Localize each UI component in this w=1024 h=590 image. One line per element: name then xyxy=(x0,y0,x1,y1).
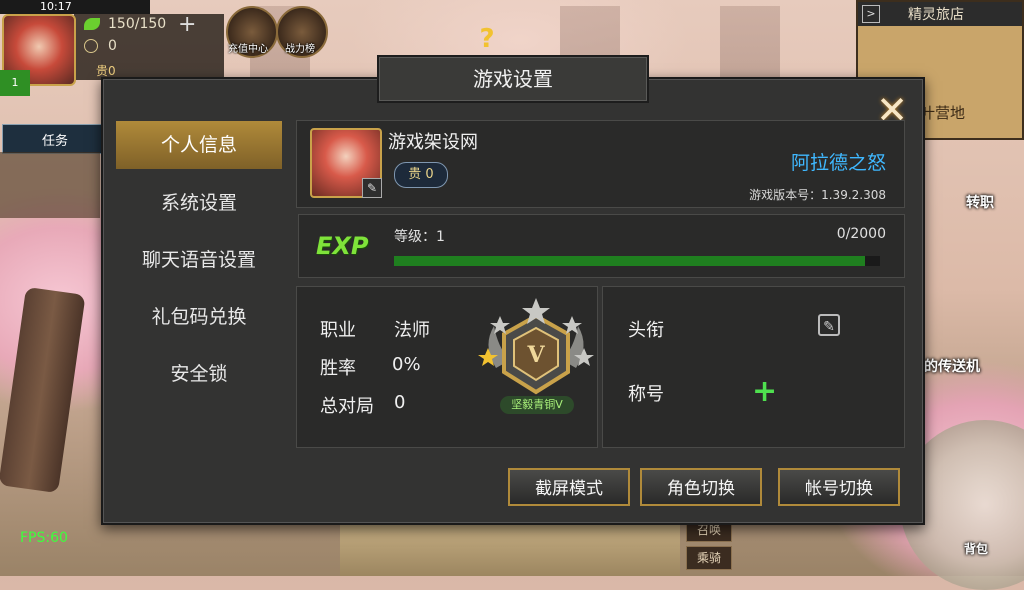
coin-display: 0 xyxy=(84,38,117,54)
titles-card xyxy=(602,286,905,448)
energy-value: 150/150 xyxy=(108,16,167,32)
exp-progress-fill xyxy=(394,256,865,266)
winrate-value: 0% xyxy=(392,354,421,375)
bag-button[interactable]: 背包 xyxy=(964,540,988,557)
task-tab-label: 任务 xyxy=(42,134,69,149)
add-nickname-plus-icon[interactable]: + xyxy=(752,374,777,409)
switch-account-button[interactable]: 帐号切换 xyxy=(778,468,900,506)
vip-badge: 贵 0 xyxy=(394,162,448,188)
minimap-collapse-icon[interactable]: > xyxy=(862,5,880,23)
teleporter-label: 的传送机 xyxy=(924,359,980,375)
class-value: 法师 xyxy=(394,320,430,341)
rank-numeral: V xyxy=(526,342,545,368)
winrate-label: 胜率 xyxy=(320,358,356,379)
dialog-title-box: 游戏设置 xyxy=(377,55,649,103)
edit-title-icon[interactable]: ✎ xyxy=(818,314,840,336)
mount-button[interactable]: 乘骑 xyxy=(686,546,732,570)
class-label: 职业 xyxy=(320,320,356,341)
player-name: 游戏架设网 xyxy=(388,132,478,153)
minimap-place-label: 叶营地 xyxy=(920,104,966,122)
nickname-label: 称号 xyxy=(628,384,664,405)
rank-caption: 坚毅青铜V xyxy=(500,396,574,414)
menu-item-chat-voice[interactable]: 聊天语音设置 xyxy=(116,236,282,284)
server-name: 阿拉德之怒 xyxy=(790,152,886,174)
transfer-button[interactable]: 转职 xyxy=(966,192,994,212)
total-matches-value: 0 xyxy=(394,392,406,413)
energy-leaf-icon xyxy=(84,18,100,30)
menu-item-security-lock[interactable]: 安全锁 xyxy=(116,350,282,398)
menu-item-system-settings[interactable]: 系统设置 xyxy=(116,179,282,227)
fps-counter: FPS:60 xyxy=(20,530,68,546)
screenshot-mode-button[interactable]: 截屏模式 xyxy=(508,468,630,506)
exp-count: 0/2000 xyxy=(836,226,886,242)
dialog-title: 游戏设置 xyxy=(473,67,553,91)
energy-display: 150/150 xyxy=(84,16,166,32)
menu-item-personal-info[interactable]: 个人信息 xyxy=(116,121,282,169)
coin-icon xyxy=(84,39,98,53)
task-description-panel[interactable] xyxy=(0,152,100,218)
clock: 10:17 xyxy=(40,0,72,13)
exp-logo: EXP xyxy=(316,232,369,260)
title-label: 头衔 xyxy=(628,320,664,341)
game-version: 游戏版本号：1.39.2.308 xyxy=(749,188,886,202)
add-energy-button[interactable]: + xyxy=(178,12,196,37)
total-matches-label: 总对局 xyxy=(320,396,374,417)
player-level-badge: 1 xyxy=(0,70,30,96)
menu-item-gift-code[interactable]: 礼包码兑换 xyxy=(116,293,282,341)
coin-value: 0 xyxy=(108,38,117,54)
exp-progress-bar xyxy=(394,256,880,266)
recharge-label: 充值中心 xyxy=(228,44,268,55)
edit-avatar-icon[interactable]: ✎ xyxy=(362,178,382,198)
level-text: 等级：1 xyxy=(394,229,445,245)
ground-area xyxy=(340,520,680,576)
exp-card xyxy=(298,214,905,278)
device-status-bar: 10:17 xyxy=(0,0,150,14)
minimap-title: 精灵旅店 xyxy=(908,7,964,23)
power-ranking-label: 战力榜 xyxy=(285,44,315,55)
switch-role-button[interactable]: 角色切换 xyxy=(640,468,762,506)
